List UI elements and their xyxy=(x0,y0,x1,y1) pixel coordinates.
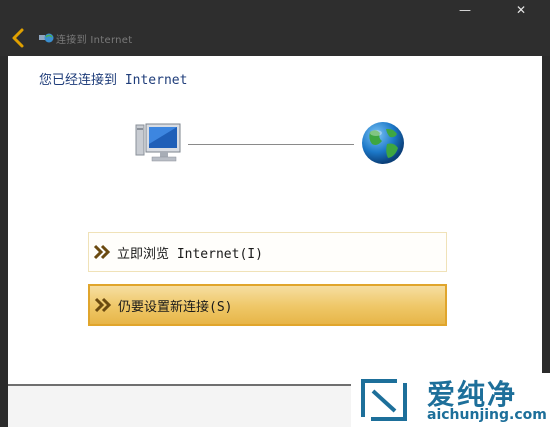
double-chevron-icon xyxy=(93,244,111,260)
setup-new-connection-option[interactable]: 仍要设置新连接(S) xyxy=(88,284,447,326)
status-heading: 您已经连接到 Internet xyxy=(39,73,188,88)
content-panel: 您已经连接到 Internet 立即浏览 Internet(I) 仍要设置新连接… xyxy=(8,56,542,385)
window: — ✕ 连接到 Internet 您已经连接到 Internet 立即浏览 In… xyxy=(0,0,550,427)
minimize-button[interactable]: — xyxy=(456,2,474,18)
setup-new-connection-label: 仍要设置新连接(S) xyxy=(118,300,233,315)
computer-icon xyxy=(135,123,181,162)
browse-internet-option[interactable]: 立即浏览 Internet(I) xyxy=(88,232,447,272)
globe-icon xyxy=(362,122,404,164)
back-button[interactable] xyxy=(6,24,32,52)
window-title: 连接到 Internet xyxy=(56,35,133,46)
close-button[interactable]: ✕ xyxy=(512,2,530,18)
browse-internet-label: 立即浏览 Internet(I) xyxy=(117,247,263,262)
back-arrow-icon xyxy=(12,28,24,48)
double-chevron-icon xyxy=(94,297,112,313)
network-icon xyxy=(39,33,54,43)
watermark-url: aichunjing.com xyxy=(427,407,547,423)
connection-line xyxy=(188,144,354,145)
watermark-logo-icon xyxy=(361,379,407,421)
title-bar: — ✕ 连接到 Internet xyxy=(0,0,550,56)
footer-divider xyxy=(8,384,354,386)
watermark: 爱纯净 aichunjing.com xyxy=(351,373,550,427)
